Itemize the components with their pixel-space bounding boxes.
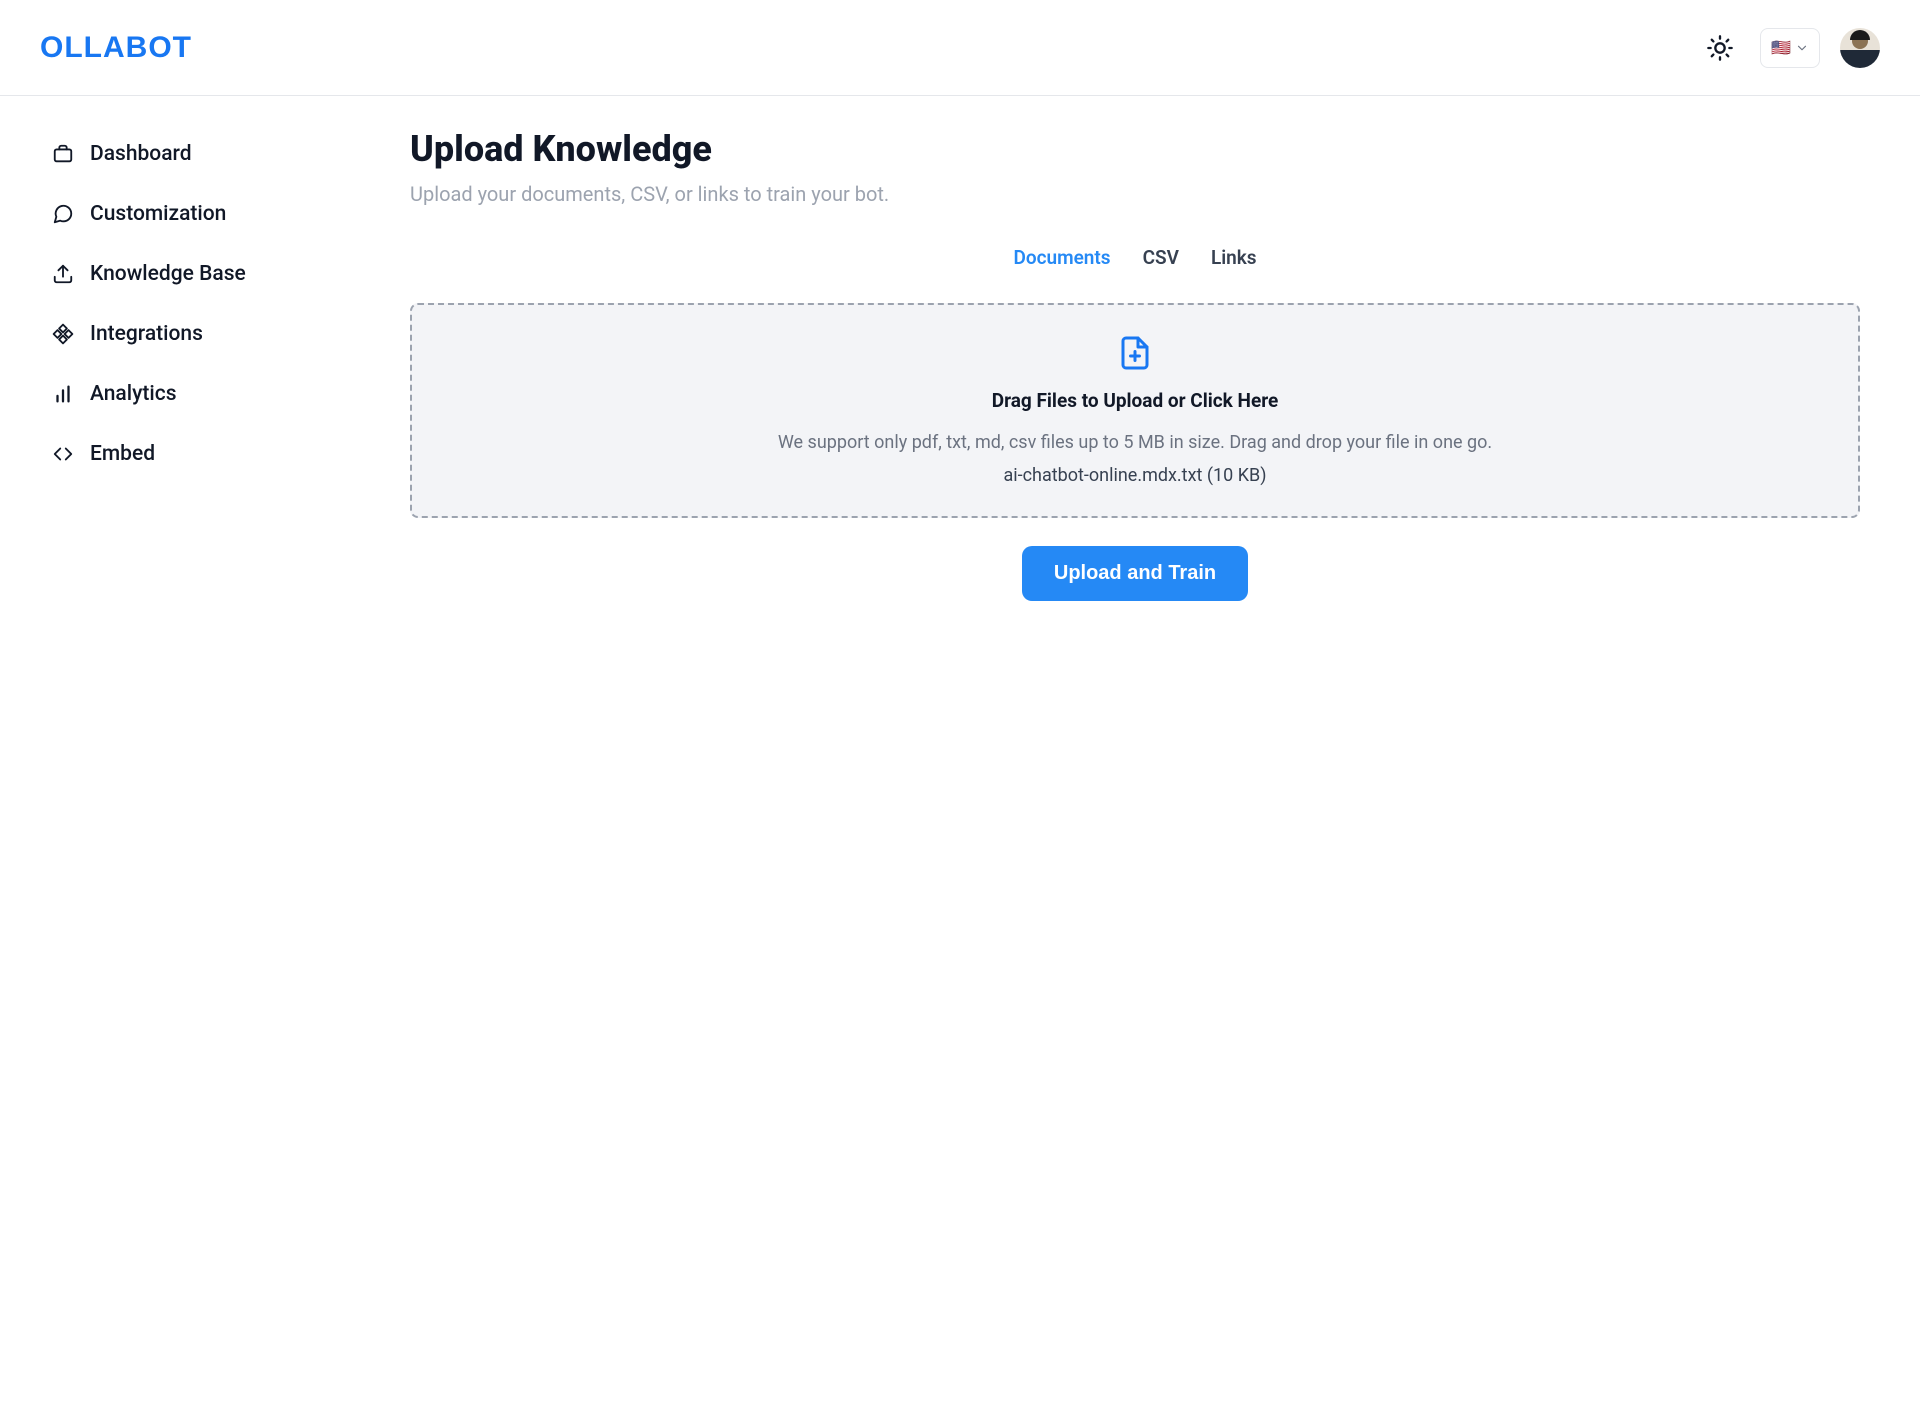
sidebar-item-knowledge-base[interactable]: Knowledge Base <box>40 248 326 300</box>
action-row: Upload and Train <box>410 546 1860 601</box>
logo[interactable]: OLLABOT <box>40 31 192 65</box>
sidebar-item-dashboard[interactable]: Dashboard <box>40 128 326 180</box>
avatar[interactable] <box>1840 28 1880 68</box>
sidebar-item-label: Embed <box>90 442 155 466</box>
tabs: Documents CSV Links <box>410 242 1860 273</box>
dropzone[interactable]: Drag Files to Upload or Click Here We su… <box>410 303 1860 518</box>
tab-csv[interactable]: CSV <box>1141 242 1181 273</box>
briefcase-icon <box>52 143 74 165</box>
sidebar-item-customization[interactable]: Customization <box>40 188 326 240</box>
page-title: Upload Knowledge <box>410 128 1860 170</box>
header: OLLABOT 🇺🇸 <box>0 0 1920 96</box>
dropzone-file: ai-chatbot-online.mdx.txt (10 KB) <box>432 465 1838 486</box>
sidebar-item-label: Customization <box>90 202 226 226</box>
main: Upload Knowledge Upload your documents, … <box>350 96 1920 1407</box>
theme-toggle[interactable] <box>1700 28 1740 68</box>
upload-icon <box>52 263 74 285</box>
flag-icon: 🇺🇸 <box>1771 38 1791 57</box>
chatbubble-icon <box>52 203 74 225</box>
sidebar-item-label: Dashboard <box>90 142 192 166</box>
sidebar-item-embed[interactable]: Embed <box>40 428 326 480</box>
sidebar-item-label: Analytics <box>90 382 177 406</box>
chevron-down-icon <box>1795 41 1809 55</box>
file-plus-icon <box>1117 335 1153 371</box>
sidebar-item-integrations[interactable]: Integrations <box>40 308 326 360</box>
code-icon <box>52 443 74 465</box>
dropzone-title: Drag Files to Upload or Click Here <box>432 389 1838 412</box>
dropzone-click-text: Click Here <box>1190 389 1278 412</box>
sidebar: Dashboard Customization Knowledge Base <box>0 96 350 1407</box>
layout: Dashboard Customization Knowledge Base <box>0 96 1920 1407</box>
sidebar-item-label: Knowledge Base <box>90 262 246 286</box>
upload-and-train-button[interactable]: Upload and Train <box>1022 546 1248 601</box>
sidebar-item-analytics[interactable]: Analytics <box>40 368 326 420</box>
header-right: 🇺🇸 <box>1700 28 1880 68</box>
sun-icon <box>1706 34 1734 62</box>
tab-documents[interactable]: Documents <box>1011 242 1112 273</box>
tab-links[interactable]: Links <box>1209 242 1259 273</box>
language-selector[interactable]: 🇺🇸 <box>1760 28 1820 68</box>
dropzone-hint: We support only pdf, txt, md, csv files … <box>432 432 1838 453</box>
sidebar-item-label: Integrations <box>90 322 203 346</box>
page-subtitle: Upload your documents, CSV, or links to … <box>410 182 1860 206</box>
blocks-icon <box>52 323 74 345</box>
dropzone-drag-text: Drag Files to Upload or <box>992 389 1186 412</box>
chart-icon <box>52 383 74 405</box>
